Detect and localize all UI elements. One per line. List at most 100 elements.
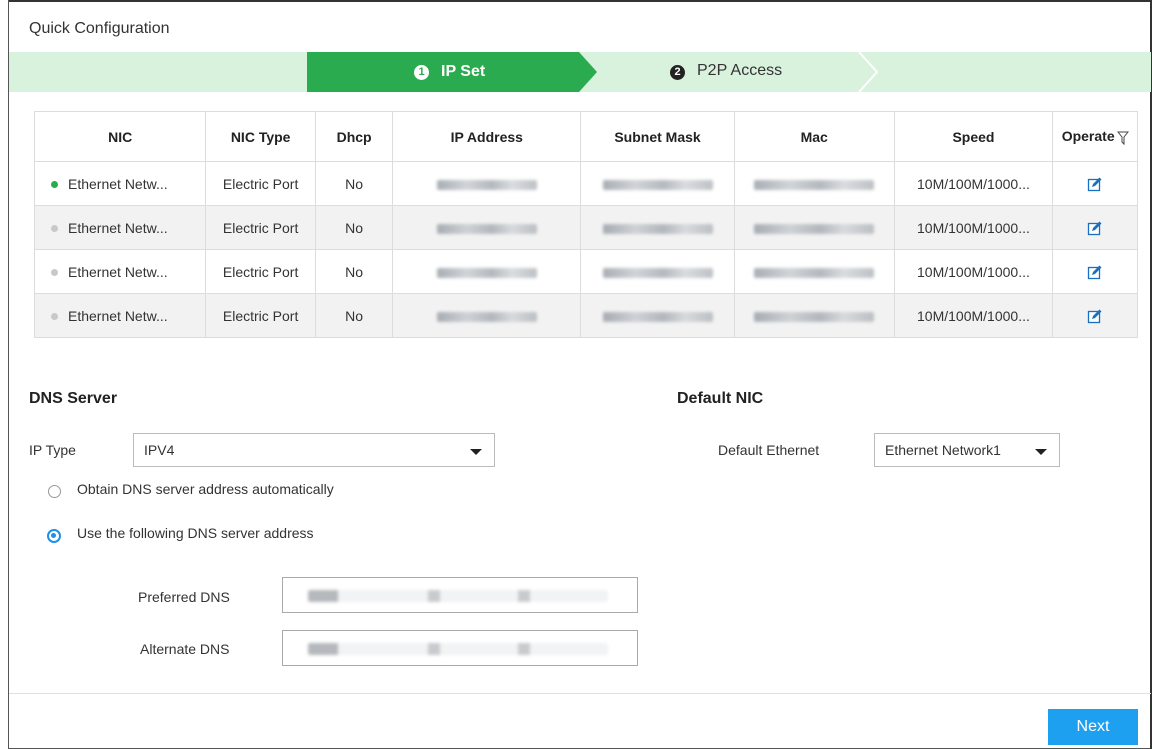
next-button[interactable]: Next [1048,709,1138,745]
step-ip-set[interactable]: 1 IP Set [307,52,597,92]
redacted-mac [754,267,875,278]
status-dot-icon [51,313,58,321]
nic-name: Ethernet Netw... [68,219,168,236]
column-header-operate[interactable]: Operate [1052,111,1138,162]
speed-cell: 10M/100M/1000... [893,205,1054,250]
nic-type-cell: Electric Port [205,249,316,294]
operate-label: Operate [1061,128,1115,145]
nic-cell: Ethernet Netw... [33,249,207,294]
default-nic-section-title: Default NIC [677,390,764,407]
step-1-label: IP Set [441,63,486,80]
table-row: Ethernet Netw... Electric Port No 10M/100M/… [33,249,1138,294]
preferred-dns-label: Preferred DNS [138,589,230,605]
dhcp-cell: No [314,161,394,206]
redacted-subnet-mask [602,311,713,322]
nic-cell: Ethernet Netw... [33,293,207,338]
ip-type-select[interactable]: IPV4 [133,433,495,467]
chevron-down-icon [470,449,482,455]
edit-icon[interactable] [1087,308,1103,324]
table-header-row: NIC NIC Type Dhcp IP Address Subnet Mask… [33,111,1138,162]
window-title: Quick Configuration [29,20,170,37]
nic-cell: Ethernet Netw... [33,161,207,206]
nic-name: Ethernet Netw... [68,307,168,324]
subnet-mask-cell [580,205,735,250]
nic-name: Ethernet Netw... [68,175,168,192]
operate-cell [1052,293,1138,338]
column-header-dhcp[interactable]: Dhcp [314,111,394,162]
radio-use-following-dns-label: Use the following DNS server address [77,525,314,541]
filter-icon[interactable] [1116,131,1129,145]
status-dot-icon [51,269,58,277]
step-divider-chevron [858,52,879,92]
column-header-ip-address[interactable]: IP Address [392,111,582,162]
ip-address-cell [392,293,582,338]
preferred-dns-input[interactable] [282,577,638,613]
dns-section-title: DNS Server [29,390,118,407]
mac-cell [733,161,895,206]
speed-cell: 10M/100M/1000... [893,293,1054,338]
default-ethernet-select[interactable]: Ethernet Network1 [874,433,1060,467]
redacted-subnet-mask [602,267,713,278]
edit-icon[interactable] [1087,176,1103,192]
chevron-down-icon [1035,449,1047,455]
preferred-dns-value [308,590,608,602]
nic-name: Ethernet Netw... [68,263,168,280]
subnet-mask-cell [580,293,735,338]
redacted-ip-address [436,179,537,190]
ip-type-label: IP Type [29,442,76,458]
redacted-ip-address [436,311,537,322]
table-row: Ethernet Netw... Electric Port No 10M/100M/… [33,205,1138,250]
column-header-speed[interactable]: Speed [893,111,1054,162]
status-dot-icon [51,181,58,189]
alternate-dns-label: Alternate DNS [140,641,230,657]
operate-cell [1052,249,1138,294]
nic-type-cell: Electric Port [205,205,316,250]
dhcp-cell: No [314,249,394,294]
column-header-subnet-mask[interactable]: Subnet Mask [580,111,735,162]
table-row: Ethernet Netw... Electric Port No 10M/100M/… [33,293,1138,338]
redacted-ip-address [436,223,537,234]
column-header-mac[interactable]: Mac [733,111,895,162]
nic-type-cell: Electric Port [205,161,316,206]
default-ethernet-value: Ethernet Network1 [885,442,1001,458]
dhcp-cell: No [314,205,394,250]
radio-use-following-dns[interactable] [47,529,61,543]
redacted-mac [754,311,875,322]
default-ethernet-label: Default Ethernet [718,442,820,458]
speed-cell: 10M/100M/1000... [893,249,1054,294]
mac-cell [733,205,895,250]
nic-type-cell: Electric Port [205,293,316,338]
mac-cell [733,293,895,338]
radio-obtain-dns-auto[interactable] [48,485,61,498]
ip-address-cell [392,249,582,294]
speed-cell: 10M/100M/1000... [893,161,1054,206]
redacted-subnet-mask [602,179,713,190]
step-2-number: 2 [670,65,685,80]
dhcp-cell: No [314,293,394,338]
footer-divider [9,693,1151,694]
redacted-mac [754,179,875,190]
table-row: Ethernet Netw... Electric Port No 10M/100M/… [33,161,1138,206]
step-2-label: P2P Access [697,62,783,79]
alternate-dns-input[interactable] [282,630,638,666]
operate-cell [1052,205,1138,250]
ip-address-cell [392,205,582,250]
nic-cell: Ethernet Netw... [33,205,207,250]
status-dot-icon [51,225,58,233]
ip-address-cell [392,161,582,206]
step-1-number: 1 [414,65,429,80]
subnet-mask-cell [580,161,735,206]
redacted-ip-address [436,267,537,278]
ip-type-value: IPV4 [144,442,175,458]
redacted-subnet-mask [602,223,713,234]
radio-obtain-dns-auto-label: Obtain DNS server address automatically [77,481,334,497]
nic-table: NIC NIC Type Dhcp IP Address Subnet Mask… [33,111,1138,338]
column-header-nic[interactable]: NIC [33,111,207,162]
column-header-nic-type[interactable]: NIC Type [205,111,316,162]
edit-icon[interactable] [1087,220,1103,236]
mac-cell [733,249,895,294]
operate-cell [1052,161,1138,206]
redacted-mac [754,223,875,234]
alternate-dns-value [308,643,608,655]
edit-icon[interactable] [1087,264,1103,280]
